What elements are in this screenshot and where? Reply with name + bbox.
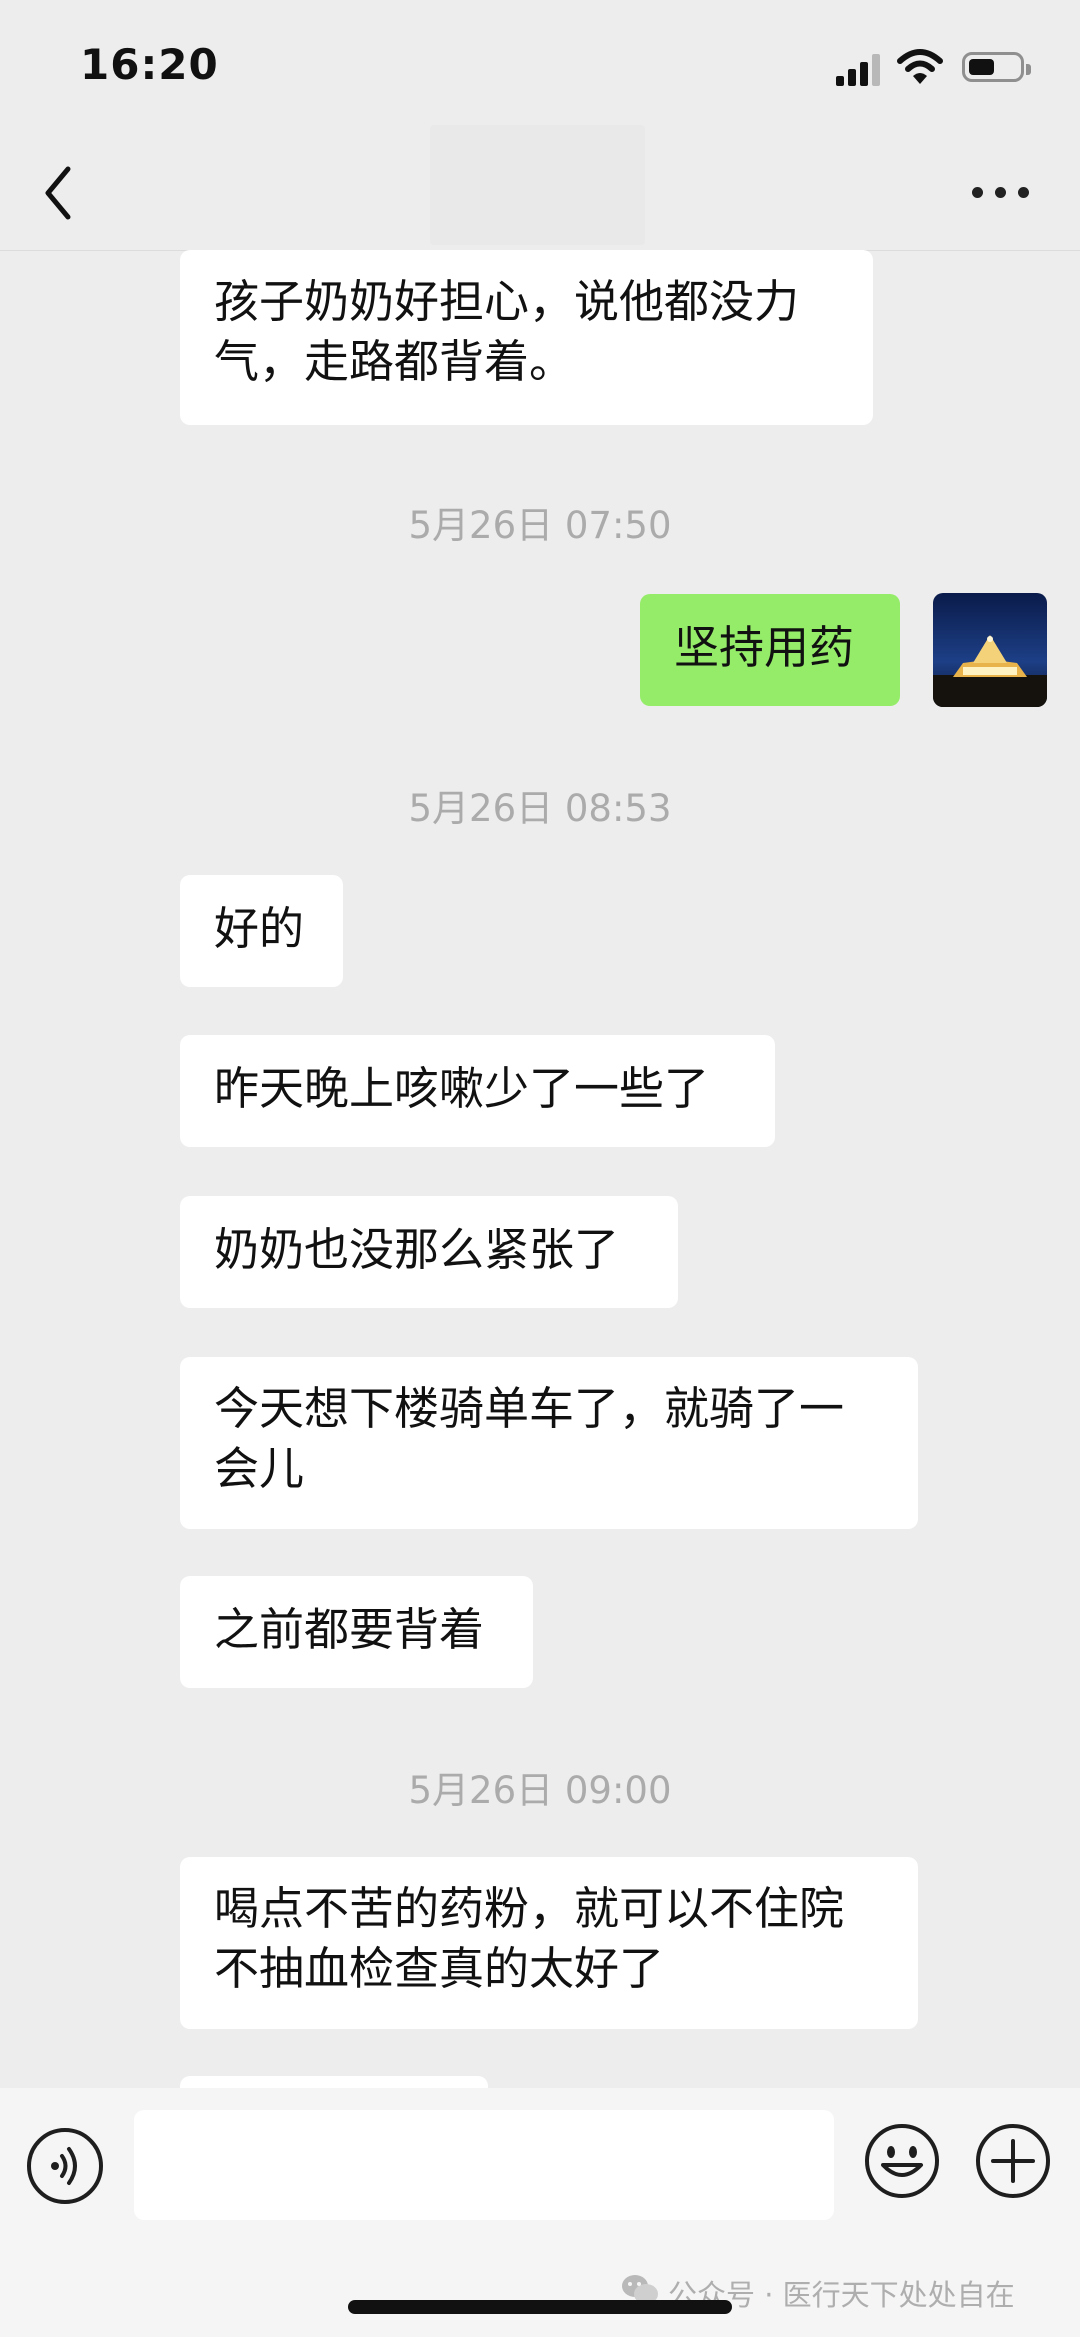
message-bubble-sent[interactable]: 坚持用药: [640, 594, 900, 706]
emoji-icon[interactable]: [864, 2123, 940, 2199]
voice-icon: [51, 2147, 77, 2185]
plus-icon[interactable]: [975, 2123, 1051, 2199]
chat-title: [430, 125, 645, 245]
message-bubble-received[interactable]: 今天想下楼骑单车了，就骑了一会儿: [180, 1357, 918, 1529]
message-bubble-received[interactable]: 之前都要背着: [180, 1576, 533, 1688]
back-arrow-icon[interactable]: [40, 163, 80, 223]
status-bar: 16:20: [0, 0, 1080, 135]
cellular-signal-icon: [836, 54, 882, 86]
message-bubble-received[interactable]: 奶奶也没那么紧张了: [180, 1196, 678, 1308]
message-bubble-received[interactable]: 好的: [180, 875, 343, 987]
chat-message-list[interactable]: 孩子奶奶好担心，说他都没力气，走路都背着。 5月26日 07:50 坚持用药 5…: [0, 250, 1080, 2088]
more-options-icon[interactable]: [972, 185, 1032, 201]
message-input-bar: 公众号 · 医行天下处处自在: [0, 2088, 1080, 2337]
chat-header: [0, 125, 1080, 251]
voice-input-button[interactable]: [27, 2128, 103, 2204]
message-timestamp: 5月26日 07:50: [408, 504, 672, 547]
message-text-input[interactable]: [134, 2110, 834, 2220]
home-indicator[interactable]: [348, 2300, 732, 2314]
message-timestamp: 5月26日 08:53: [408, 787, 672, 830]
message-bubble-received[interactable]: 昨天晚上咳嗽少了一些了: [180, 1035, 775, 1147]
message-bubble-received[interactable]: 喝点不苦的药粉，就可以不住院不抽血检查真的太好了: [180, 1857, 918, 2029]
status-time: 16:20: [80, 40, 219, 89]
avatar[interactable]: [933, 593, 1047, 707]
message-bubble-received[interactable]: 孩子奶奶好担心，说他都没力气，走路都背着。: [180, 250, 873, 425]
message-timestamp: 5月26日 09:00: [408, 1769, 672, 1812]
message-bubble-received[interactable]: [180, 2076, 488, 2088]
battery-icon: [962, 52, 1031, 82]
wifi-icon: [897, 49, 943, 84]
